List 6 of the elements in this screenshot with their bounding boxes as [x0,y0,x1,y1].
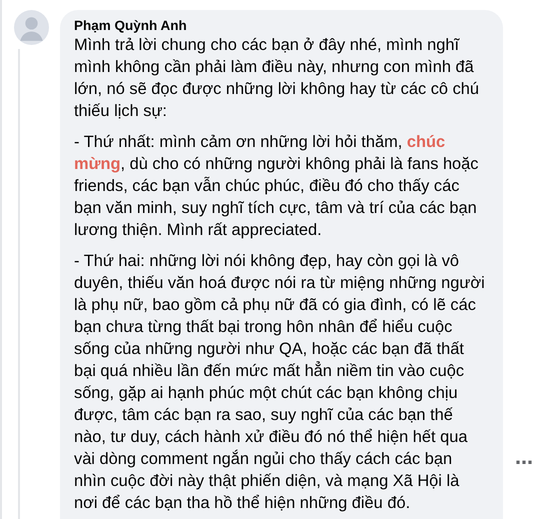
avatar-icon[interactable] [14,10,48,45]
comment-paragraph: - Thứ nhất: mình cảm ơn những lời hỏi thăm, chúc mừng, dù cho có những người không phải là fans hoặc friends, các bạn vẫn chúc phúc, điều đó cho thấy các bạn văn minh, suy nghĩ tích cực, tâm và trí của các bạn lương thiện. Mình rất appreciated. [74,132,480,241]
comment-paragraph: - Thứ hai: những lời nói không đẹp, hay còn gọi là vô duyên, thiếu văn hoá được nói ra từ miệng những người là phụ nữ, bao gồm cả phụ nữ đã có gia đình, có lẽ các bạn chưa từng thất bại trong hôn nhân để hiểu cuộc sống của những người như QA, hoặc các bạn đã thất bại quá nhiều lần đến mức mất hẳn niềm tin vào cuộc sống, gặp ai hạnh phúc một chút các bạn không chịu được, tâm các bạn ra sao, suy nghĩ của các bạn thế nào, tư duy, cách hành xử điều đó nó thể hiện hết qua vài dòng comment ngắn ngủi cho thấy cách các bạn nhìn cuộc đời này thật phiến diện, và mạng Xã Hội là nơi để các bạn tha hồ thể hiện những điều đó. [74,251,486,514]
author-name-link[interactable]: Phạm Quỳnh Anh [74,18,487,33]
more-options-button[interactable]: … [515,448,533,469]
comment-paragraph: Mình trả lời chung cho các bạn ở đây nhé, mình nghĩ mình không cần phải làm điều này, nhưng con mình đã lớn, nó sẽ đọc được những lời không hay từ các cô chú thiếu lịch sự: [74,35,480,122]
